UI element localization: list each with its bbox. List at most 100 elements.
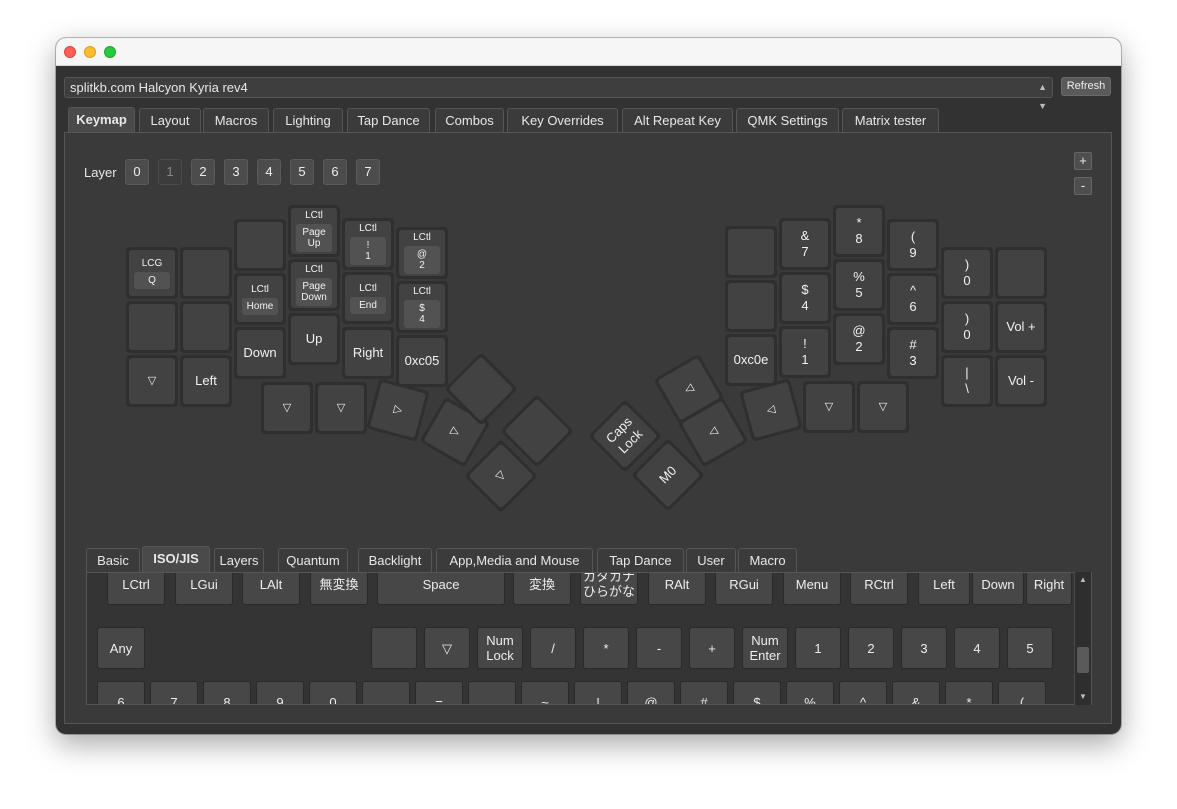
keycode-button[interactable]: * <box>945 681 993 704</box>
keycode-button[interactable]: LAlt <box>242 573 300 605</box>
right-key-4[interactable]: ) 0 <box>941 247 993 299</box>
right-key-15[interactable]: # 3 <box>887 327 939 379</box>
keycode-button[interactable]: 5 <box>1007 627 1053 669</box>
maximize-window-button[interactable] <box>104 46 116 58</box>
keycode-button[interactable]: Any <box>97 627 145 669</box>
right-key-11[interactable]: Vol + <box>995 301 1047 353</box>
keycode-button[interactable]: Menu <box>783 573 841 605</box>
keycode-button[interactable]: Num Enter <box>742 627 788 669</box>
minimize-window-button[interactable] <box>84 46 96 58</box>
keycode-tab-app-media-and-mouse[interactable]: App,Media and Mouse <box>436 548 593 572</box>
right-key-8[interactable]: % 5 <box>833 259 885 311</box>
keycode-button[interactable]: % <box>786 681 834 704</box>
right-key-10[interactable]: ) 0 <box>941 301 993 353</box>
layer-button-1[interactable]: 1 <box>158 159 182 185</box>
keycode-button[interactable]: RGui <box>715 573 773 605</box>
left-key-8[interactable]: LCtl Home <box>234 273 286 325</box>
right-key-16[interactable]: | \ <box>941 355 993 407</box>
left-key-18[interactable]: ▽ <box>261 382 313 434</box>
left-key-0[interactable]: LCG Q <box>126 247 178 299</box>
right-key-9[interactable]: ^ 6 <box>887 273 939 325</box>
keycode-button[interactable]: ! <box>574 681 622 704</box>
tab-macros[interactable]: Macros <box>203 108 269 132</box>
keycode-button[interactable]: = <box>415 681 463 704</box>
right-key-3[interactable]: ( 9 <box>887 219 939 271</box>
keycode-button[interactable]: ~ <box>521 681 569 704</box>
right-key-12[interactable]: 0xc0e <box>725 334 777 386</box>
right-key-22[interactable]: ▽ <box>857 381 909 433</box>
right-key-1[interactable]: & 7 <box>779 218 831 270</box>
add-layer-button[interactable]: + <box>1074 152 1092 170</box>
keycode-button[interactable]: 変換 <box>513 573 571 605</box>
keycode-tab-basic[interactable]: Basic <box>86 548 140 572</box>
layer-button-7[interactable]: 7 <box>356 159 380 185</box>
left-key-1[interactable] <box>180 247 232 299</box>
keycode-button[interactable]: # <box>680 681 728 704</box>
keycode-button[interactable]: 4 <box>954 627 1000 669</box>
right-key-2[interactable]: * 8 <box>833 205 885 257</box>
keycode-button[interactable]: 1 <box>795 627 841 669</box>
keycode-button[interactable]: ▽ <box>424 627 470 669</box>
tab-lighting[interactable]: Lighting <box>273 108 343 132</box>
right-key-17[interactable]: Vol - <box>995 355 1047 407</box>
refresh-button[interactable]: Refresh <box>1061 77 1111 96</box>
left-key-13[interactable]: Left <box>180 355 232 407</box>
keycode-button[interactable]: 9 <box>256 681 304 704</box>
keycode-tab-user[interactable]: User <box>686 548 736 572</box>
keycode-button[interactable]: Left <box>918 573 970 605</box>
left-key-16[interactable]: Right <box>342 327 394 379</box>
left-key-15[interactable]: Up <box>288 313 340 365</box>
keycode-button[interactable]: 0 <box>309 681 357 704</box>
keycode-button[interactable] <box>468 681 516 704</box>
keycode-button[interactable]: Down <box>972 573 1024 605</box>
keycode-button[interactable]: @ <box>627 681 675 704</box>
left-key-2[interactable] <box>234 219 286 271</box>
tab-alt-repeat-key[interactable]: Alt Repeat Key <box>622 108 733 132</box>
layer-button-5[interactable]: 5 <box>290 159 314 185</box>
left-key-5[interactable]: LCtl @ 2 <box>396 227 448 279</box>
left-key-11[interactable]: LCtl $ 4 <box>396 281 448 333</box>
keycode-scrollbar[interactable]: ▲ ▼ <box>1074 572 1091 705</box>
scroll-thumb[interactable] <box>1077 647 1089 673</box>
keycode-button[interactable]: $ <box>733 681 781 704</box>
right-key-14[interactable]: @ 2 <box>833 313 885 365</box>
keycode-button[interactable]: 無変換 <box>310 573 368 605</box>
keycode-button[interactable]: 6 <box>97 681 145 704</box>
keycode-tab-macro[interactable]: Macro <box>738 548 797 572</box>
left-key-19[interactable]: ▽ <box>315 382 367 434</box>
left-key-7[interactable] <box>180 301 232 353</box>
keycode-tab-tap-dance[interactable]: Tap Dance <box>597 548 684 572</box>
keycode-button[interactable]: Num Lock <box>477 627 523 669</box>
layer-button-0[interactable]: 0 <box>125 159 149 185</box>
tab-qmk-settings[interactable]: QMK Settings <box>736 108 839 132</box>
keycode-tab-backlight[interactable]: Backlight <box>358 548 432 572</box>
tab-combos[interactable]: Combos <box>435 108 504 132</box>
tab-keymap[interactable]: Keymap <box>68 107 135 132</box>
keycode-button[interactable]: 2 <box>848 627 894 669</box>
keycode-tab-layers[interactable]: Layers <box>214 548 264 572</box>
keycode-button[interactable] <box>362 681 410 704</box>
layer-button-6[interactable]: 6 <box>323 159 347 185</box>
left-key-14[interactable]: Down <box>234 327 286 379</box>
left-key-12[interactable]: ▽ <box>126 355 178 407</box>
keycode-button[interactable] <box>371 627 417 669</box>
keycode-button[interactable]: Right <box>1026 573 1072 605</box>
left-key-10[interactable]: LCtl End <box>342 272 394 324</box>
keycode-button[interactable]: * <box>583 627 629 669</box>
left-key-9[interactable]: LCtl Page Down <box>288 259 340 311</box>
left-key-4[interactable]: LCtl ! 1 <box>342 218 394 270</box>
layer-button-4[interactable]: 4 <box>257 159 281 185</box>
left-key-17[interactable]: 0xc05 <box>396 335 448 387</box>
scroll-down-icon[interactable]: ▼ <box>1075 691 1091 703</box>
tab-matrix-tester[interactable]: Matrix tester <box>842 108 939 132</box>
right-key-7[interactable]: $ 4 <box>779 272 831 324</box>
scroll-up-icon[interactable]: ▲ <box>1075 574 1091 586</box>
keycode-button[interactable]: 7 <box>150 681 198 704</box>
remove-layer-button[interactable]: - <box>1074 177 1092 195</box>
keycode-button[interactable]: LGui <box>175 573 233 605</box>
device-selector[interactable]: splitkb.com Halcyon Kyria rev4 ▲ ▼ <box>64 77 1053 111</box>
left-key-3[interactable]: LCtl Page Up <box>288 205 340 257</box>
layer-button-2[interactable]: 2 <box>191 159 215 185</box>
keycode-button[interactable]: + <box>689 627 735 669</box>
right-key-21[interactable]: ▽ <box>803 381 855 433</box>
